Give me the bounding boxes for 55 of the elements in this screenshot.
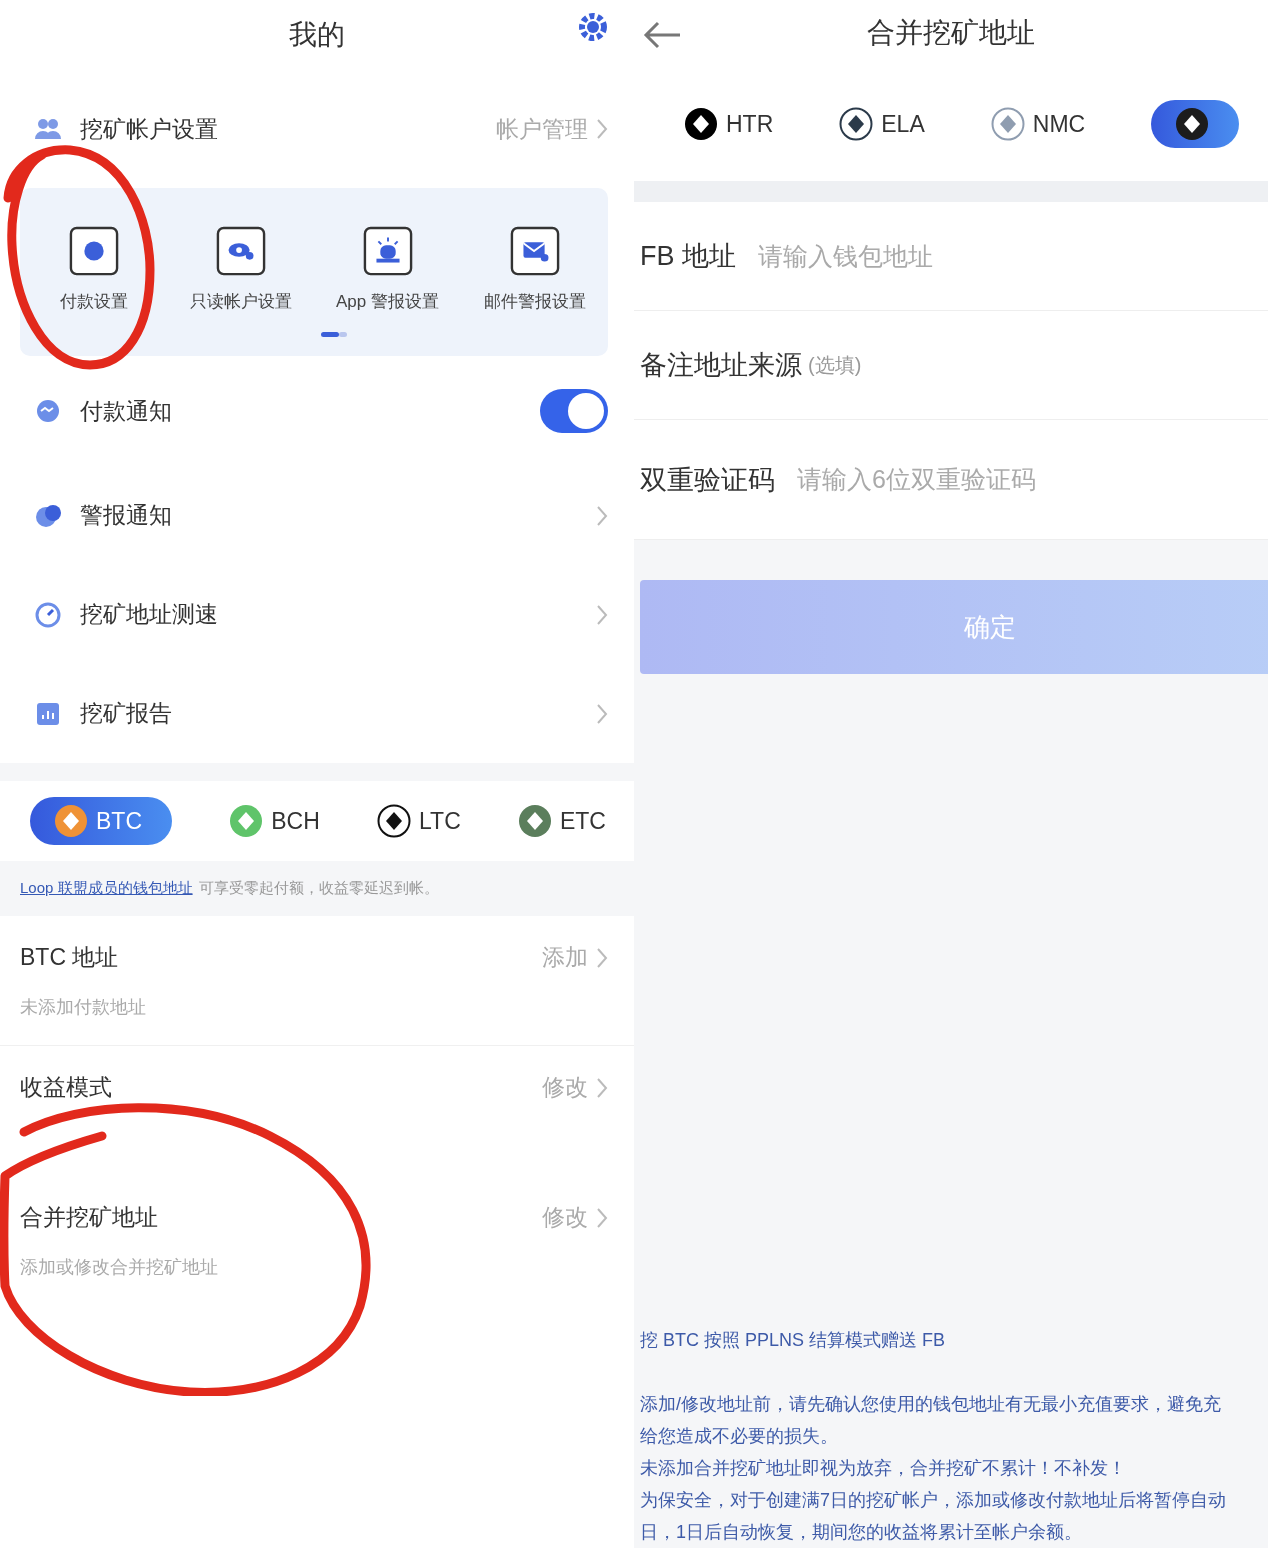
setting-subtitle: 未添加付款地址 <box>20 997 146 1017</box>
menu-label[interactable]: 挖矿报告 <box>80 698 578 729</box>
chevron-right-icon <box>596 946 608 969</box>
menu-label[interactable]: 挖矿地址测速 <box>80 599 578 630</box>
field-label: 备注地址来源 <box>640 349 802 383</box>
shortcut-button[interactable]: 付款设置 <box>20 226 167 318</box>
settings-icon[interactable] <box>578 12 608 42</box>
optional-hint: (选填) <box>808 352 862 378</box>
chevron-right-icon <box>596 702 608 725</box>
coin-tab[interactable]: LTC <box>377 797 461 845</box>
envelope-gear-icon <box>509 226 560 276</box>
coin-tab[interactable]: ELA <box>839 100 925 149</box>
gauge-icon <box>34 600 62 629</box>
toggle-switch[interactable] <box>540 389 608 433</box>
coin-tab[interactable]: NMC <box>990 100 1086 149</box>
note-text: 给您造成不必要的损失。 <box>640 1425 839 1448</box>
coin-tab[interactable]: BTC <box>30 797 172 845</box>
field-label: FB 地址 <box>640 240 736 274</box>
note-text: 为保安全，对于创建满7日的挖矿帐户，添加或修改付款地址后将暂停自动 <box>640 1489 1227 1512</box>
section-title: 挖矿帐户设置 <box>80 114 219 144</box>
back-arrow-icon[interactable] <box>642 20 682 50</box>
note-text: 未添加合并挖矿地址即视为放弃，合并挖矿不累计！不补发！ <box>640 1457 1127 1480</box>
setting-title: 合并挖矿地址 <box>20 1203 159 1232</box>
page-title: 合并挖矿地址 <box>867 16 1035 51</box>
users-icon <box>34 117 62 141</box>
shortcut-button[interactable]: 邮件警报设置 <box>461 226 608 318</box>
input-field[interactable]: 请输入钱包地址 <box>756 240 1268 272</box>
eye-gear-icon <box>215 226 266 276</box>
coin-tab[interactable]: HTR <box>684 100 774 149</box>
chevron-right-icon <box>596 1206 608 1229</box>
notice-text: Loop 联盟成员的钱包地址 可享受零起付额，收益零延迟到帐。 <box>0 861 634 916</box>
coin-tab[interactable]: BCH <box>229 797 320 845</box>
shortcut-button[interactable]: App 警报设置 <box>314 226 461 318</box>
coin-icon <box>68 226 119 276</box>
note-text: 日，1日后自动恢复，期间您的收益将累计至帐户余额。 <box>640 1521 1083 1544</box>
page-title: 我的 <box>289 18 345 52</box>
siren-icon <box>362 226 413 276</box>
setting-subtitle: 添加或修改合并挖矿地址 <box>20 1257 218 1277</box>
setting-title: BTC 地址 <box>20 943 120 972</box>
chevron-right-icon <box>596 1076 608 1099</box>
menu-label[interactable]: 警报通知 <box>80 500 578 531</box>
page-indicator <box>321 332 347 338</box>
note-text: 挖 BTC 按照 PPLNS 结算模式赠送 FB <box>640 1329 947 1352</box>
field-label: 双重验证码 <box>640 463 775 497</box>
member-link[interactable]: Loop 联盟成员的钱包地址 <box>20 879 193 896</box>
setting-title: 收益模式 <box>20 1073 113 1102</box>
chevron-right-icon <box>596 504 608 527</box>
chevron-right-icon <box>596 603 608 626</box>
menu-label[interactable]: 付款通知 <box>80 395 522 427</box>
chevron-right-icon <box>596 118 608 140</box>
input-field[interactable]: 请输入6位双重验证码 <box>795 464 1268 496</box>
coin-tab[interactable]: ETC <box>517 797 606 845</box>
shortcut-button[interactable]: 只读帐户设置 <box>167 226 314 318</box>
coin-tab[interactable] <box>1151 100 1240 149</box>
note-text: 添加/修改地址前，请先确认您使用的钱包地址有无最小充值要求，避免充 <box>640 1393 1222 1416</box>
